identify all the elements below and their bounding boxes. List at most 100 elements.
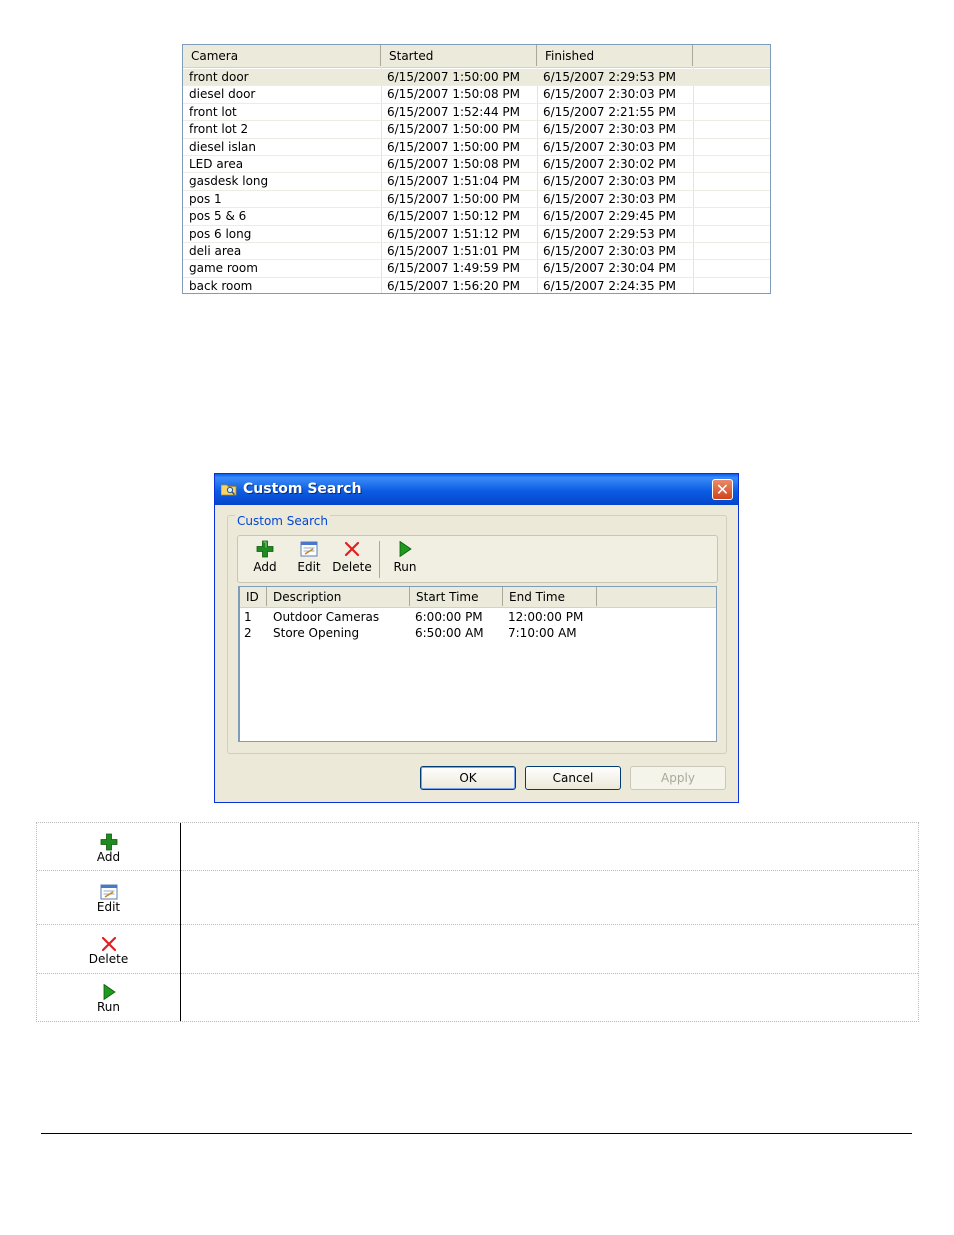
run-icon <box>399 540 412 558</box>
table-row[interactable]: front lot 6/15/2007 1:52:44 PM 6/15/2007 2… <box>183 104 770 122</box>
legend-label: Edit <box>96 900 121 914</box>
camera-name: game room <box>189 261 258 276</box>
finished-time: 6/15/2007 2:29:45 PM <box>543 209 677 224</box>
legend-row-edit: Edit <box>37 870 918 925</box>
add-icon <box>256 540 274 558</box>
column-header-empty <box>693 45 770 66</box>
dialog-title: Custom Search <box>243 481 362 497</box>
camera-name: pos 5 & 6 <box>189 209 247 224</box>
camera-name: pos 6 long <box>189 226 252 241</box>
column-header-start-time[interactable]: Start Time <box>410 587 503 606</box>
search-id: 2 <box>244 626 252 640</box>
search-end-time: 7:10:00 AM <box>508 626 577 640</box>
table-row[interactable]: diesel islan 6/15/2007 1:50:00 PM 6/15/200… <box>183 139 770 156</box>
camera-name: front lot 2 <box>189 122 249 137</box>
finished-time: 6/15/2007 2:29:53 PM <box>543 226 677 241</box>
finished-time: 6/15/2007 2:21:55 PM <box>543 104 677 119</box>
started-time: 6/15/2007 1:50:08 PM <box>387 156 521 171</box>
finished-time: 6/15/2007 2:30:04 PM <box>543 261 677 276</box>
legend-label: Delete <box>88 952 129 966</box>
table-row[interactable]: pos 1 6/15/2007 1:50:00 PM 6/15/2007 2:30:… <box>183 191 770 209</box>
column-header-description[interactable]: Description <box>267 587 410 606</box>
started-time: 6/15/2007 1:51:01 PM <box>387 243 521 258</box>
started-time: 6/15/2007 1:51:04 PM <box>387 174 521 189</box>
delete-icon <box>344 541 360 557</box>
groupbox-label: Custom Search <box>235 514 331 528</box>
camera-list[interactable]: Camera Started Finished front door 6/15/2… <box>182 44 771 294</box>
edit-icon <box>100 884 117 900</box>
legend-label: Run <box>96 1000 120 1014</box>
edit-label: Edit <box>297 560 321 574</box>
add-button[interactable]: Add <box>252 540 278 580</box>
camera-name: gasdesk long <box>189 174 269 189</box>
column-header-camera[interactable]: Camera <box>183 45 381 66</box>
search-start-time: 6:50:00 AM <box>415 626 484 640</box>
close-button[interactable]: ✕ <box>712 479 733 500</box>
table-row[interactable]: game room 6/15/2007 1:49:59 PM 6/15/2007 2… <box>183 260 770 278</box>
table-row[interactable]: pos 6 long 6/15/2007 1:51:12 PM 6/15/2007 … <box>183 226 770 243</box>
table-row[interactable]: LED area 6/15/2007 1:50:08 PM 6/15/2007 2:… <box>183 156 770 174</box>
column-header-finished[interactable]: Finished <box>537 45 693 66</box>
finished-time: 6/15/2007 2:30:03 PM <box>543 122 677 137</box>
camera-name: front door <box>189 70 249 84</box>
camera-name: pos 1 <box>189 191 222 206</box>
search-description: Store Opening <box>273 626 360 640</box>
table-row[interactable]: gasdesk long 6/15/2007 1:51:04 PM 6/15/200… <box>183 173 770 191</box>
footer-divider <box>41 1133 912 1134</box>
table-row[interactable]: diesel door 6/15/2007 1:50:08 PM 6/15/2007… <box>183 86 770 104</box>
toolbar-separator <box>379 541 380 578</box>
started-time: 6/15/2007 1:50:00 PM <box>387 122 521 137</box>
edit-button[interactable]: Edit <box>296 540 322 580</box>
finished-time: 6/15/2007 2:30:02 PM <box>543 156 677 171</box>
camera-list-rows: front door 6/15/2007 1:50:00 PM 6/15/2007 … <box>183 69 770 293</box>
column-header-empty <box>597 587 716 606</box>
list-item[interactable]: 2 Store Opening 6:50:00 AM 7:10:00 AM <box>240 624 716 640</box>
custom-search-dialog: Custom Search ✕ Custom Search Add Edit D… <box>214 473 739 803</box>
column-header-started[interactable]: Started <box>381 45 537 66</box>
started-time: 6/15/2007 1:50:00 PM <box>387 191 521 206</box>
cancel-button[interactable]: Cancel <box>525 766 621 790</box>
legend-row-add: Add <box>37 823 918 871</box>
table-row[interactable]: back room 6/15/2007 1:56:20 PM 6/15/2007 2… <box>183 278 770 293</box>
camera-list-header: Camera Started Finished <box>183 45 770 68</box>
started-time: 6/15/2007 1:52:44 PM <box>387 104 521 119</box>
camera-name: diesel door <box>189 87 256 102</box>
finished-time: 6/15/2007 2:30:03 PM <box>543 139 677 154</box>
legend-row-delete: Delete <box>37 924 918 974</box>
legend-row-run: Run <box>37 973 918 1021</box>
table-row[interactable]: front lot 2 6/15/2007 1:50:00 PM 6/15/2007… <box>183 121 770 139</box>
search-list-header: ID Description Start Time End Time <box>240 587 716 608</box>
camera-name: diesel islan <box>189 139 256 154</box>
legend-cell: Run <box>37 973 181 1021</box>
add-icon <box>100 833 117 851</box>
camera-name: back room <box>189 278 253 293</box>
column-header-id[interactable]: ID <box>240 587 267 606</box>
started-time: 6/15/2007 1:50:00 PM <box>387 70 521 84</box>
finished-time: 6/15/2007 2:24:35 PM <box>543 278 677 293</box>
started-time: 6/15/2007 1:50:12 PM <box>387 209 521 224</box>
camera-name: LED area <box>189 156 244 171</box>
add-label: Add <box>253 560 277 574</box>
legend-cell: Delete <box>37 924 181 973</box>
table-row[interactable]: deli area 6/15/2007 1:51:01 PM 6/15/2007 2… <box>183 243 770 261</box>
icon-legend-table: Add Edit Delete Run <box>36 822 919 1022</box>
camera-name: front lot <box>189 104 237 119</box>
table-row[interactable]: front door 6/15/2007 1:50:00 PM 6/15/2007 … <box>183 69 770 87</box>
run-icon <box>103 983 116 1001</box>
delete-icon <box>101 936 116 952</box>
started-time: 6/15/2007 1:56:20 PM <box>387 278 521 293</box>
finished-time: 6/15/2007 2:30:03 PM <box>543 87 677 102</box>
started-time: 6/15/2007 1:49:59 PM <box>387 261 521 276</box>
folder-search-icon <box>221 484 237 496</box>
ok-button[interactable]: OK <box>420 766 516 790</box>
toolbar: Add Edit Delete Run <box>237 535 718 583</box>
delete-button[interactable]: Delete <box>332 540 372 580</box>
custom-search-list[interactable]: ID Description Start Time End Time 1 Out… <box>238 586 717 742</box>
table-row[interactable]: pos 5 & 6 6/15/2007 1:50:12 PM 6/15/2007 2… <box>183 208 770 226</box>
dialog-titlebar[interactable]: Custom Search ✕ <box>215 474 738 505</box>
list-item[interactable]: 1 Outdoor Cameras 6:00:00 PM 12:00:00 PM <box>240 608 716 624</box>
started-time: 6/15/2007 1:50:00 PM <box>387 139 521 154</box>
column-header-end-time[interactable]: End Time <box>503 587 597 606</box>
camera-name: deli area <box>189 243 242 258</box>
run-button[interactable]: Run <box>392 540 418 580</box>
